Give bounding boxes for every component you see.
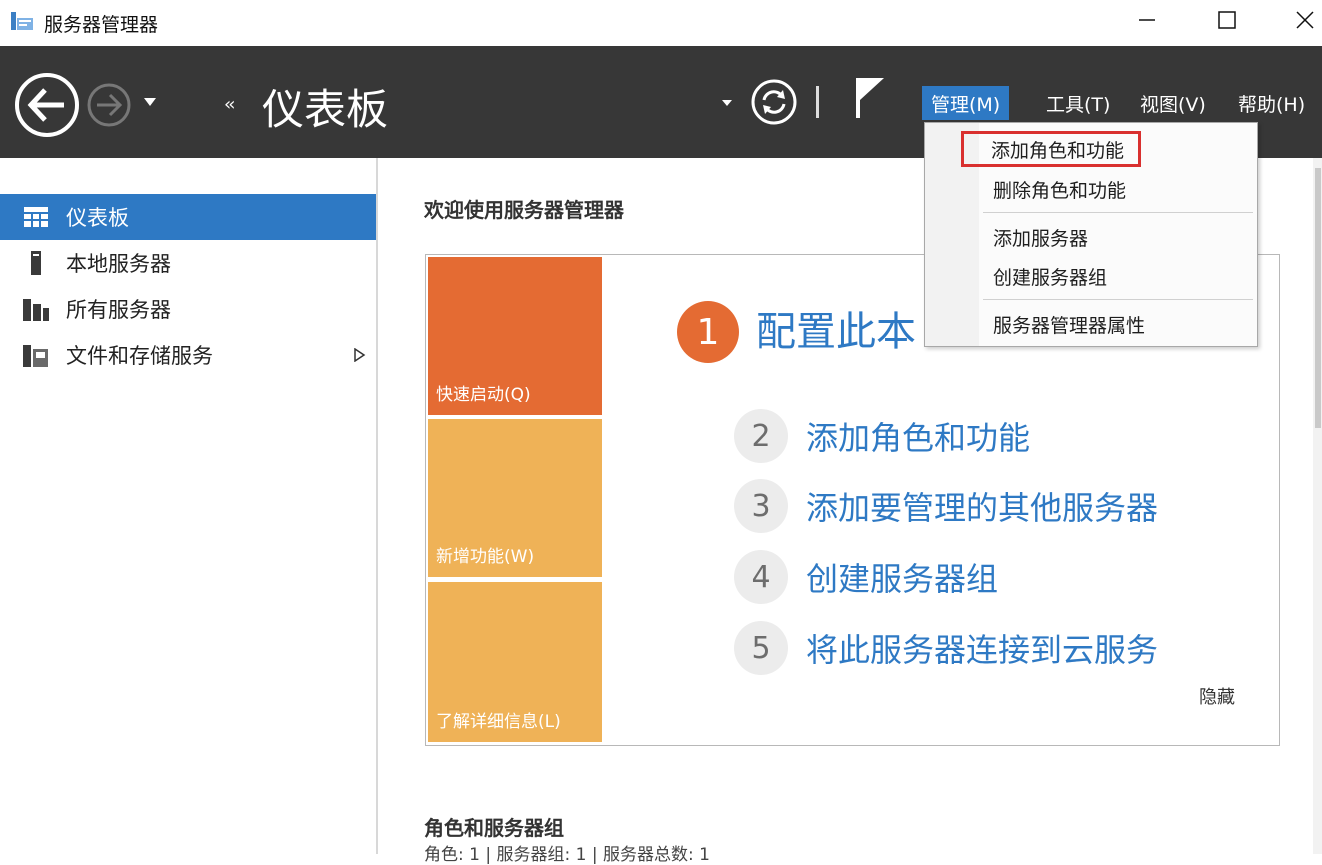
step-1-link[interactable]: 配置此本 xyxy=(756,299,916,357)
roles-summary: 角色: 1 | 服务器组: 1 | 服务器总数: 1 xyxy=(424,845,710,865)
servers-icon xyxy=(23,299,49,321)
refresh-icon[interactable] xyxy=(750,78,798,126)
page-title: 仪表板 xyxy=(262,85,389,134)
step-4[interactable]: 4 创建服务器组 xyxy=(734,550,998,604)
close-icon xyxy=(1296,11,1314,29)
step-3[interactable]: 3 添加要管理的其他服务器 xyxy=(734,479,1158,533)
manage-dropdown-menu: 添加角色和功能 删除角色和功能 添加服务器 创建服务器组 服务器管理器属性 xyxy=(924,122,1258,347)
breadcrumb-arrows: ‹‹ xyxy=(224,94,236,115)
menu-manage[interactable]: 管理(M) xyxy=(922,86,1010,120)
menu-help[interactable]: 帮助(H) xyxy=(1229,86,1314,120)
sidebar-item-file-storage[interactable]: 文件和存储服务 xyxy=(0,332,376,378)
menu-item-add-servers[interactable]: 添加服务器 xyxy=(981,219,1255,255)
dashboard-icon xyxy=(24,207,48,227)
step-number: 4 xyxy=(734,550,788,604)
forward-arrow-icon[interactable] xyxy=(86,82,132,128)
menu-item-add-roles-features[interactable]: 添加角色和功能 xyxy=(961,131,1141,167)
minimize-button[interactable] xyxy=(1124,0,1170,40)
minimize-icon xyxy=(1139,19,1155,21)
sidebar-item-label: 本地服务器 xyxy=(66,252,171,276)
sidebar-item-all-servers[interactable]: 所有服务器 xyxy=(0,286,376,332)
menu-view[interactable]: 视图(V) xyxy=(1131,86,1215,120)
header-separator xyxy=(816,86,819,118)
notifications-flag-icon[interactable] xyxy=(852,74,888,122)
server-manager-app-icon xyxy=(11,12,33,30)
hide-link[interactable]: 隐藏 xyxy=(1199,683,1235,709)
header-dropdown-icon[interactable] xyxy=(720,96,734,110)
sidebar-item-label: 仪表板 xyxy=(66,206,129,230)
sidebar-item-local-server[interactable]: 本地服务器 xyxy=(0,240,376,286)
roles-section-title: 角色和服务器组 xyxy=(424,816,564,840)
window-title: 服务器管理器 xyxy=(44,14,159,36)
tile-whats-new[interactable]: 新增功能(W) xyxy=(428,419,602,577)
tile-learn-more[interactable]: 了解详细信息(L) xyxy=(428,582,602,742)
menu-item-server-manager-properties[interactable]: 服务器管理器属性 xyxy=(981,306,1255,342)
step-link[interactable]: 添加角色和功能 xyxy=(806,413,1030,459)
server-icon xyxy=(31,251,41,275)
menu-separator xyxy=(983,212,1253,213)
sidebar-item-label: 文件和存储服务 xyxy=(66,344,213,368)
menu-item-create-server-group[interactable]: 创建服务器组 xyxy=(981,258,1255,294)
history-dropdown-icon[interactable] xyxy=(142,94,158,110)
menu-item-remove-roles-features[interactable]: 删除角色和功能 xyxy=(981,171,1255,207)
back-arrow-icon[interactable] xyxy=(14,72,80,138)
close-button[interactable] xyxy=(1282,0,1322,40)
step-link[interactable]: 添加要管理的其他服务器 xyxy=(806,483,1158,529)
maximize-button[interactable] xyxy=(1204,0,1250,40)
step-number: 5 xyxy=(734,621,788,675)
sidebar-item-dashboard[interactable]: 仪表板 xyxy=(0,194,376,240)
maximize-icon xyxy=(1218,11,1236,29)
menu-separator xyxy=(983,299,1253,300)
step-link[interactable]: 创建服务器组 xyxy=(806,554,998,600)
expand-arrow-icon[interactable] xyxy=(352,348,366,362)
menu-tools[interactable]: 工具(T) xyxy=(1037,86,1119,120)
tile-quick-start[interactable]: 快速启动(Q) xyxy=(428,257,602,415)
welcome-title: 欢迎使用服务器管理器 xyxy=(424,198,624,222)
left-navigation: 仪表板 本地服务器 所有服务器 文件和存储服务 xyxy=(0,158,378,854)
step-1-badge: 1 xyxy=(677,301,739,363)
step-number: 3 xyxy=(734,479,788,533)
step-number: 2 xyxy=(734,409,788,463)
step-5[interactable]: 5 将此服务器连接到云服务 xyxy=(734,621,1158,675)
step-link[interactable]: 将此服务器连接到云服务 xyxy=(806,625,1158,671)
step-2[interactable]: 2 添加角色和功能 xyxy=(734,409,1030,463)
scrollbar-thumb[interactable] xyxy=(1315,168,1321,428)
sidebar-item-label: 所有服务器 xyxy=(66,298,171,322)
title-bar: 服务器管理器 xyxy=(0,0,1322,46)
storage-icon xyxy=(23,345,48,367)
